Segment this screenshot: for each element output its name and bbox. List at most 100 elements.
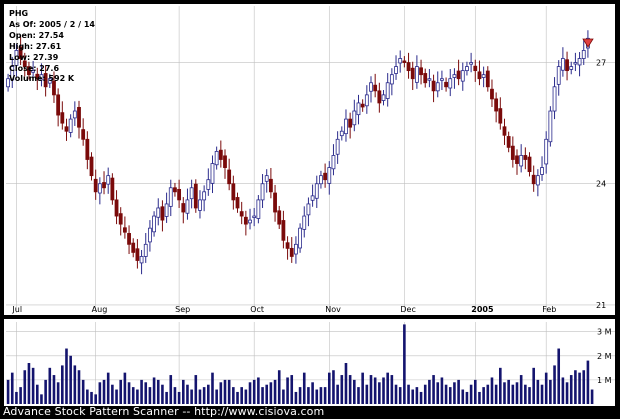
candle-up xyxy=(381,94,386,101)
candle-down xyxy=(181,203,186,213)
volume-bar xyxy=(382,377,385,404)
candle-down xyxy=(268,178,273,193)
volume-bar xyxy=(86,389,89,404)
volume-bar xyxy=(19,387,22,404)
volume-bar xyxy=(290,375,294,404)
candle-down xyxy=(377,90,382,104)
volume-bar xyxy=(561,377,565,404)
volume-bar xyxy=(515,382,519,404)
candle-up xyxy=(189,187,194,200)
volume-tick-label: 1 M xyxy=(597,376,612,385)
volume-bar xyxy=(40,394,43,404)
candle-down xyxy=(85,138,90,160)
volume-bar xyxy=(586,360,590,404)
candle-up xyxy=(72,110,77,119)
volume-bar xyxy=(207,384,210,404)
info-symbol: PHG xyxy=(9,9,29,18)
volume-bar xyxy=(102,379,106,404)
candle-down xyxy=(431,80,436,92)
volume-bar xyxy=(15,391,18,404)
candle-down xyxy=(81,129,86,140)
candle-up xyxy=(168,187,173,207)
volume-bar xyxy=(56,382,60,404)
x-tick-label: Jul xyxy=(11,305,22,314)
volume-bar xyxy=(553,365,556,404)
candle-down xyxy=(281,220,286,241)
info-as-of: As Of: 2005 / 2 / 14 xyxy=(9,20,95,29)
volume-bar xyxy=(507,379,510,404)
volume-bar xyxy=(482,387,485,404)
candle-up xyxy=(577,58,582,66)
x-tick-label: Dec xyxy=(400,305,415,314)
candle-down xyxy=(289,247,294,257)
volume-bar xyxy=(98,382,102,404)
volume-bar xyxy=(211,372,214,404)
candle-down xyxy=(565,59,569,72)
candle-up xyxy=(369,82,373,92)
candle-up xyxy=(260,183,265,201)
volume-bar xyxy=(378,382,381,404)
candle-up xyxy=(148,227,152,243)
candle-down xyxy=(160,206,165,221)
volume-bar xyxy=(519,375,523,404)
candle-up xyxy=(202,191,207,201)
candle-up xyxy=(460,70,465,82)
volume-bar xyxy=(565,382,569,404)
candle-down xyxy=(485,70,490,88)
candle-down xyxy=(402,60,407,63)
candle-up xyxy=(106,175,111,185)
volume-bar xyxy=(161,384,164,404)
candle-up xyxy=(573,62,578,65)
volume-bar xyxy=(219,382,223,404)
candle-up xyxy=(210,163,215,184)
candle-down xyxy=(60,112,65,124)
candle-down xyxy=(243,216,248,225)
volume-bar xyxy=(411,389,415,404)
volume-bar xyxy=(190,389,193,404)
candle-down xyxy=(93,178,98,193)
candle-down xyxy=(444,81,448,88)
candle-down xyxy=(102,182,106,189)
info-high: High: 27.61 xyxy=(9,42,62,51)
volume-bar xyxy=(536,379,540,404)
candle-down xyxy=(360,103,365,108)
candle-down xyxy=(223,155,227,168)
volume-bar xyxy=(578,372,581,404)
volume-bar xyxy=(428,379,431,404)
volume-bar xyxy=(48,367,52,404)
candle-up xyxy=(143,243,148,257)
candle-up xyxy=(356,102,361,116)
volume-bar xyxy=(332,370,335,404)
volume-bar xyxy=(336,384,339,404)
volume-bar xyxy=(386,372,389,404)
volume-bar xyxy=(232,387,235,404)
volume-bar xyxy=(252,379,256,404)
candle-up xyxy=(548,110,553,143)
volume-bar xyxy=(248,382,252,404)
volume-bar xyxy=(52,375,56,404)
candle-down xyxy=(110,177,115,201)
volume-bar xyxy=(582,370,586,404)
info-open: Open: 27.54 xyxy=(9,31,64,40)
candle-up xyxy=(364,94,369,107)
candle-down xyxy=(494,98,499,112)
candle-up xyxy=(264,175,269,182)
volume-bar xyxy=(461,389,465,404)
volume-bar xyxy=(540,384,544,404)
candle-up xyxy=(519,155,524,167)
y-tick-label: 21 xyxy=(596,301,606,310)
volume-bar xyxy=(361,372,364,404)
volume-bar xyxy=(348,375,352,404)
x-tick-label: 2005 xyxy=(471,305,494,314)
candle-down xyxy=(506,136,511,148)
volume-bar xyxy=(436,382,440,404)
volume-bar xyxy=(244,389,248,404)
x-tick-label: Sep xyxy=(175,305,190,314)
volume-bar xyxy=(432,375,435,404)
info-low: Low: 27.39 xyxy=(9,53,59,62)
volume-bar xyxy=(503,382,506,404)
candle-down xyxy=(77,106,81,128)
volume-bar xyxy=(65,348,68,404)
candle-up xyxy=(306,203,311,216)
volume-bar xyxy=(136,389,139,404)
